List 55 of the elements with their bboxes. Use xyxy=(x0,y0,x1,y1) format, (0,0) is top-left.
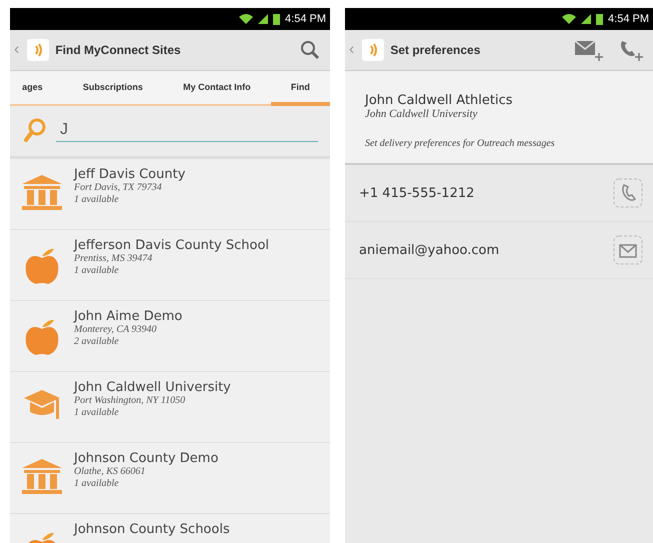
tab[interactable]: ages xyxy=(10,71,63,106)
tab[interactable]: My Contact Info xyxy=(163,71,271,106)
site-name: Johnson County Schools xyxy=(74,522,230,537)
tab[interactable]: Find xyxy=(270,71,330,106)
organization-name: John Caldwell University xyxy=(365,108,478,120)
contact-row[interactable]: +1 415-555-1212 xyxy=(345,165,653,222)
battery-icon xyxy=(596,13,604,25)
site-list-item[interactable]: Johnson County Demo Olathe, KS 66061 1 available xyxy=(10,443,330,514)
phone-icon[interactable] xyxy=(613,178,643,208)
search-icon xyxy=(24,118,46,142)
search-icon[interactable] xyxy=(300,40,320,60)
building-icon xyxy=(22,175,62,211)
subscription-name: John Caldwell Athletics xyxy=(365,93,514,108)
mail-icon[interactable] xyxy=(613,235,643,265)
signal-icon xyxy=(258,14,268,24)
status-time: 4:54 PM xyxy=(608,13,649,25)
site-list-item[interactable]: John Aime Demo Monterey, CA 93940 2 available xyxy=(10,301,330,372)
availability-count: 1 available xyxy=(74,265,120,277)
app-logo-icon xyxy=(362,39,384,61)
site-location: Monterey, CA 93940 xyxy=(74,324,158,336)
screen-title: Find MyConnect Sites xyxy=(55,43,182,57)
wifi-icon xyxy=(562,14,576,24)
site-list-item[interactable]: Johnson County Schools xyxy=(10,514,330,543)
add-phone-icon[interactable] xyxy=(619,39,643,61)
wifi-icon xyxy=(239,14,254,24)
site-name: John Aime Demo xyxy=(74,309,182,324)
site-location: Fort Davis, TX 79734 xyxy=(74,182,163,194)
description-text: Set delivery preferences for Outreach messages xyxy=(365,138,556,149)
graduation-cap-icon xyxy=(22,388,62,422)
building-icon xyxy=(22,459,62,495)
tab[interactable]: Subscriptions xyxy=(62,71,164,106)
battery-icon xyxy=(273,13,280,25)
site-location: Olathe, KS 66061 xyxy=(74,466,146,478)
site-list-item[interactable]: Jeff Davis County Fort Davis, TX 79734 1 available xyxy=(10,159,330,230)
site-name: Jefferson Davis County School xyxy=(74,238,270,253)
contact-value: +1 415-555-1212 xyxy=(359,186,474,200)
availability-count: 2 available xyxy=(74,336,120,348)
site-name: Jeff Davis County xyxy=(74,167,186,182)
availability-count: 1 available xyxy=(74,407,120,419)
status-time: 4:54 PM xyxy=(285,13,326,25)
app-logo-icon xyxy=(27,39,50,61)
site-location: Port Washington, NY 11050 xyxy=(74,395,186,407)
site-name: John Caldwell University xyxy=(74,380,231,395)
add-email-icon[interactable] xyxy=(575,39,603,61)
contact-value: aniemail@yahoo.com xyxy=(359,242,500,258)
site-location: Prentiss, MS 39474 xyxy=(74,253,154,265)
search-field[interactable]: J xyxy=(56,118,318,142)
availability-count: 1 available xyxy=(74,478,120,490)
availability-count: 1 available xyxy=(74,194,120,206)
screen-title: Set preferences xyxy=(390,43,482,57)
site-name: Johnson County Demo xyxy=(74,451,218,466)
site-list-item[interactable]: Jefferson Davis County School Prentiss, MS 39474 1 available xyxy=(10,230,330,301)
contact-row[interactable]: aniemail@yahoo.com xyxy=(345,222,653,279)
site-list-item[interactable]: John Caldwell University Port Washington, NY 11050 1 available xyxy=(10,372,330,443)
signal-icon xyxy=(581,14,592,24)
